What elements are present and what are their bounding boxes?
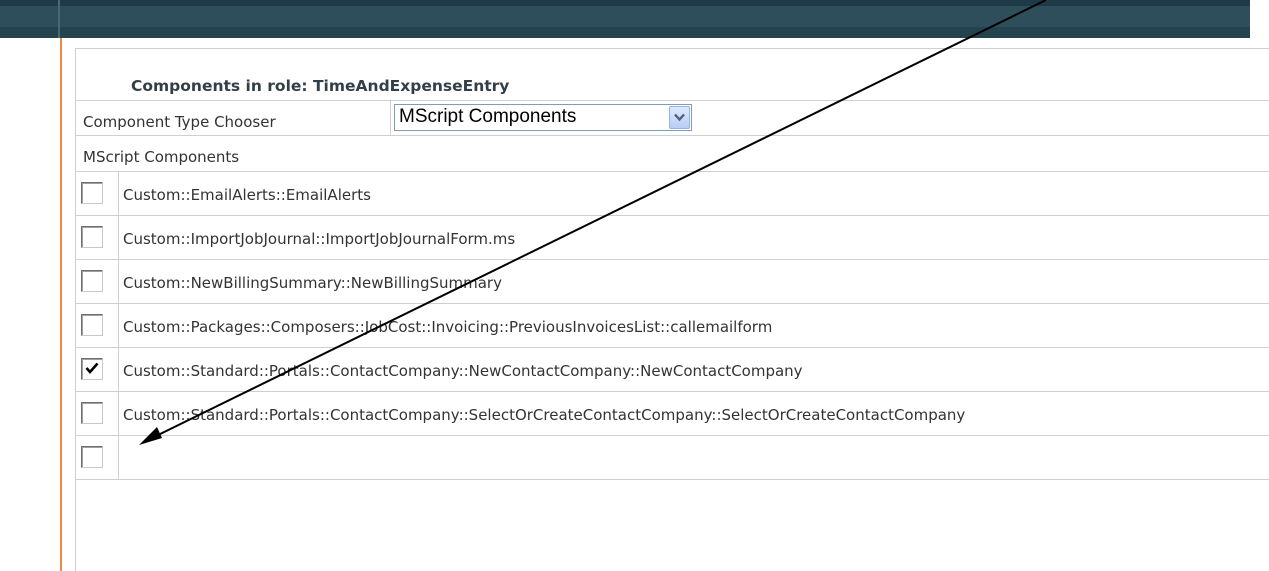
- component-row: Custom::Standard::Portals::ContactCompan…: [76, 392, 1269, 436]
- checkmark-icon: [85, 362, 99, 374]
- left-orange-rule: [60, 38, 62, 571]
- component-row: Custom::NewBillingSummary::NewBillingSum…: [76, 260, 1269, 304]
- panel-title: Components in role: TimeAndExpenseEntry: [131, 77, 510, 95]
- component-type-chooser-row: Component Type Chooser MScript Component…: [76, 101, 1269, 136]
- panel-title-row: Components in role: TimeAndExpenseEntry: [76, 49, 1269, 101]
- components-panel: Components in role: TimeAndExpenseEntry …: [75, 48, 1269, 571]
- checkbox-separator: [118, 348, 119, 391]
- header-stripe-lower: [0, 27, 1250, 38]
- component-label: Custom::Packages::Composers::JobCost::In…: [123, 318, 773, 336]
- component-type-selected-value: MScript Components: [399, 106, 577, 127]
- component-type-chooser-label: Component Type Chooser: [83, 113, 276, 131]
- component-checkbox[interactable]: [81, 182, 103, 204]
- checkbox-separator: [118, 260, 119, 303]
- checkbox-separator: [118, 304, 119, 347]
- checkbox-separator: [118, 172, 119, 215]
- component-label: Custom::Standard::Portals::ContactCompan…: [123, 406, 966, 424]
- component-checkbox[interactable]: [81, 226, 103, 248]
- component-checkbox[interactable]: [81, 358, 103, 380]
- screenshot-stage: Components in role: TimeAndExpenseEntry …: [0, 0, 1269, 571]
- chooser-separator: [390, 101, 391, 135]
- component-checkbox[interactable]: [81, 314, 103, 336]
- component-label: Custom::NewBillingSummary::NewBillingSum…: [123, 274, 502, 292]
- component-row: Custom::Packages::Composers::JobCost::In…: [76, 304, 1269, 348]
- checkbox-separator: [118, 436, 119, 479]
- component-checkbox[interactable]: [81, 402, 103, 424]
- component-label: Custom::ImportJobJournal::ImportJobJourn…: [123, 230, 516, 248]
- chevron-down-icon: [674, 113, 685, 122]
- top-header-bar: [0, 0, 1250, 38]
- header-divider: [58, 0, 60, 38]
- section-header: MScript Components: [83, 148, 240, 166]
- header-stripe: [0, 0, 1250, 6]
- component-row: Custom::ImportJobJournal::ImportJobJourn…: [76, 216, 1269, 260]
- component-checkbox[interactable]: [81, 270, 103, 292]
- component-label: Custom::Standard::Portals::ContactCompan…: [123, 362, 803, 380]
- component-checkbox[interactable]: [81, 446, 103, 468]
- component-label: Custom::EmailAlerts::EmailAlerts: [123, 186, 371, 204]
- component-row: Custom::EmailAlerts::EmailAlerts: [76, 172, 1269, 216]
- checkbox-separator: [118, 392, 119, 435]
- select-dropdown-button[interactable]: [669, 106, 690, 129]
- component-row: [76, 436, 1269, 480]
- component-row: Custom::Standard::Portals::ContactCompan…: [76, 348, 1269, 392]
- component-type-select[interactable]: MScript Components: [394, 104, 692, 131]
- checkbox-separator: [118, 216, 119, 259]
- section-header-row: MScript Components: [76, 136, 1269, 172]
